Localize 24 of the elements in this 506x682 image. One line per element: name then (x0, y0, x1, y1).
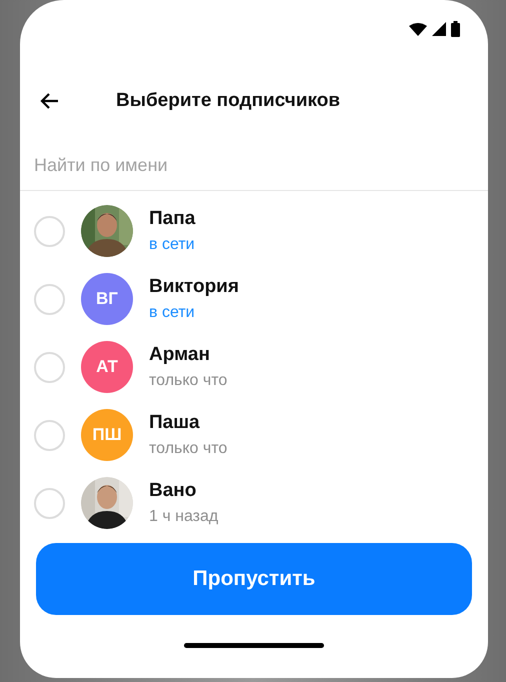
avatar: ВГ (81, 273, 133, 325)
contact-status: в сети (149, 236, 196, 254)
wifi-icon (409, 22, 427, 36)
radio-button[interactable] (34, 216, 65, 246)
contact-name: Паша (149, 412, 201, 434)
contact-status: только что (149, 372, 228, 390)
contact-name: Вано (149, 480, 198, 502)
contact-status: 1 ч назад (149, 508, 218, 526)
radio-button[interactable] (34, 420, 65, 450)
contact-name: Виктория (149, 276, 239, 298)
avatar: ПШ (81, 409, 133, 461)
contact-status: только что (149, 440, 228, 458)
skip-button[interactable]: Пропустить (36, 543, 472, 615)
signal-icon (432, 22, 446, 36)
radio-button[interactable] (34, 352, 65, 382)
contact-name: Арман (149, 344, 211, 366)
radio-button[interactable] (34, 284, 65, 314)
contact-status: в сети (149, 304, 196, 322)
search-field[interactable]: Найти по имени (20, 155, 488, 191)
radio-button[interactable] (34, 488, 65, 518)
battery-icon (451, 21, 460, 37)
screen-title: Выберите подписчиков (116, 90, 340, 112)
avatar: АТ (81, 341, 133, 393)
contact-name: Папа (149, 208, 196, 230)
